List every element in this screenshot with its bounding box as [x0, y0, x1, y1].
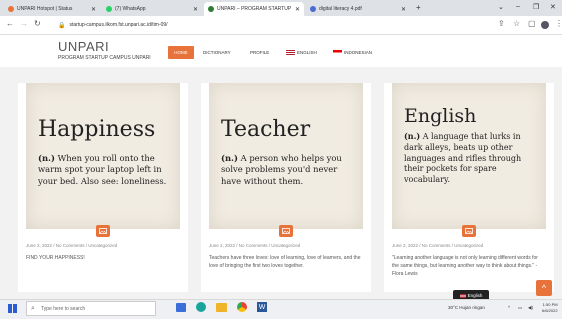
thumbnail-word: Teacher [221, 117, 311, 142]
post-card-teacher: Teacher (n.) A person who helps you solv… [201, 83, 371, 292]
post-meta[interactable]: June 2, 2022 / No Comments / Uncategoriz… [209, 243, 300, 248]
chevron-up-icon: ^ [541, 283, 547, 293]
thumbnail-word: Happiness [38, 117, 156, 142]
search-icon: ⌕ [31, 305, 35, 312]
favicon-icon [208, 6, 214, 12]
search-placeholder: Type here to search [41, 305, 86, 312]
url-field[interactable]: 🔒 startup-campus.ilkom.fst.unpari.ac.id/… [58, 19, 458, 31]
post-thumbnail[interactable]: English (n.) A language that lurks in da… [392, 83, 546, 229]
image-icon [99, 228, 107, 234]
post-format-badge [279, 225, 293, 237]
more-menu-icon[interactable]: ⋮ [555, 19, 562, 28]
lock-icon: 🔒 [58, 22, 66, 29]
post-meta[interactable]: June 2, 2022 / No Comments / Uncategoriz… [26, 243, 117, 248]
nav-english-label: ENGLISH [297, 50, 317, 55]
post-meta[interactable]: June 2, 2022 / No Comments / Uncategoriz… [392, 243, 483, 248]
post-thumbnail[interactable]: Happiness (n.) When you roll onto the wa… [26, 83, 180, 229]
post-excerpt: "Learning another language is not only l… [392, 255, 538, 277]
thumbnail-definition: (n.) A person who helps you solve proble… [221, 153, 359, 187]
file-explorer-icon[interactable] [216, 303, 227, 312]
nav-english[interactable]: ENGLISH [286, 50, 317, 56]
post-excerpt: FIND YOUR HAPPINESS! [26, 255, 85, 261]
thumbnail-definition: (n.) A language that lurks in dark alley… [404, 131, 536, 186]
post-card-happiness: Happiness (n.) When you roll onto the wa… [18, 83, 188, 292]
post-thumbnail[interactable]: Teacher (n.) A person who helps you solv… [209, 83, 363, 229]
chevron-up-tray-icon[interactable]: ^ [508, 305, 510, 310]
forward-arrow-icon[interactable]: → [20, 19, 28, 28]
new-tab-button[interactable]: + [416, 3, 421, 12]
windows-start-icon[interactable] [8, 304, 17, 313]
scroll-to-top-button[interactable]: ^ [536, 280, 552, 296]
site-tagline: PROGRAM STARTUP CAMPUS UNPARI [58, 55, 151, 61]
post-format-badge [462, 225, 476, 237]
minimize-icon[interactable]: – [516, 3, 520, 10]
post-card-english: English (n.) A language that lurks in da… [384, 83, 554, 292]
image-icon [465, 228, 473, 234]
part-of-speech: (n.) [38, 153, 55, 163]
back-arrow-icon[interactable]: ← [6, 19, 14, 28]
sidebar-icon[interactable]: ▢ [528, 19, 536, 28]
language-label: English [467, 293, 483, 298]
url-text: startup-campus.ilkom.fst.unpari.ac.id/ti… [69, 22, 168, 28]
nav-home[interactable]: HOME [168, 46, 194, 59]
word-icon[interactable]: W [257, 302, 267, 312]
close-icon[interactable]: ✕ [401, 6, 406, 13]
weather-status[interactable]: 30°C Hujan ringan [448, 305, 485, 310]
thumbnail-word: English [404, 105, 477, 127]
taskbar-search-input[interactable]: ⌕ Type here to search [26, 301, 156, 316]
post-excerpt: Teachers have three loves: love of learn… [209, 255, 361, 269]
bookmark-star-icon[interactable]: ☆ [513, 19, 520, 28]
tab-label: UNPARI – PROGRAM STARTUP [217, 6, 292, 12]
globe-icon [310, 6, 316, 12]
share-icon[interactable]: ⇪ [498, 19, 505, 28]
thumbnail-definition: (n.) When you roll onto the warm spot yo… [38, 153, 176, 187]
post-format-badge [96, 225, 110, 237]
id-flag-icon [333, 50, 342, 56]
part-of-speech: (n.) [221, 153, 238, 163]
definition-text: When you roll onto the warm spot your la… [38, 153, 167, 186]
profile-avatar[interactable] [541, 21, 549, 29]
part-of-speech: (n.) [404, 131, 421, 141]
clock-date: 6/6/2022 [542, 308, 558, 313]
tab-search-icon[interactable]: ⌄ [498, 3, 504, 11]
definition-text: A person who helps you solve problems yo… [221, 153, 342, 186]
browser-tab-hotspot[interactable]: UNPARI Hotspot | Status ✕ [4, 2, 100, 16]
network-icon[interactable]: ▭ [518, 305, 522, 311]
close-window-icon[interactable]: ✕ [550, 3, 556, 11]
chrome-icon[interactable] [237, 302, 247, 312]
tab-label: digital literacy 4.pdf [319, 6, 362, 12]
close-icon[interactable]: ✕ [295, 6, 300, 13]
edge-browser-icon[interactable] [196, 302, 206, 312]
nav-profile[interactable]: PROFILE [250, 50, 269, 55]
reload-icon[interactable]: ↻ [34, 19, 41, 28]
browser-tab-pdf[interactable]: digital literacy 4.pdf ✕ [306, 2, 410, 16]
close-icon[interactable]: ✕ [91, 6, 96, 13]
volume-icon[interactable]: ◀) [528, 305, 533, 311]
favicon-icon [8, 6, 14, 12]
maximize-icon[interactable]: ❐ [533, 3, 539, 11]
definition-text: A language that lurks in dark alleys, be… [404, 132, 522, 185]
tab-label: (7) WhatsApp [115, 6, 146, 12]
close-icon[interactable]: ✕ [193, 6, 198, 13]
nav-dictionary[interactable]: DICTIONARY [203, 50, 231, 55]
tab-label: UNPARI Hotspot | Status [17, 6, 73, 12]
task-view-icon[interactable] [176, 303, 186, 312]
taskbar-clock[interactable]: 1:50 PM 6/6/2022 [542, 302, 558, 314]
nav-indonesian[interactable]: INDONESIAN [333, 50, 373, 56]
browser-tab-whatsapp[interactable]: (7) WhatsApp ✕ [102, 2, 202, 16]
site-brand[interactable]: UNPARI [58, 39, 109, 54]
us-flag-icon [286, 50, 295, 56]
browser-tab-unpari[interactable]: UNPARI – PROGRAM STARTUP ✕ [204, 2, 304, 16]
us-flag-icon [459, 293, 466, 298]
whatsapp-icon [106, 6, 112, 12]
image-icon [282, 228, 290, 234]
nav-indonesian-label: INDONESIAN [344, 50, 373, 55]
